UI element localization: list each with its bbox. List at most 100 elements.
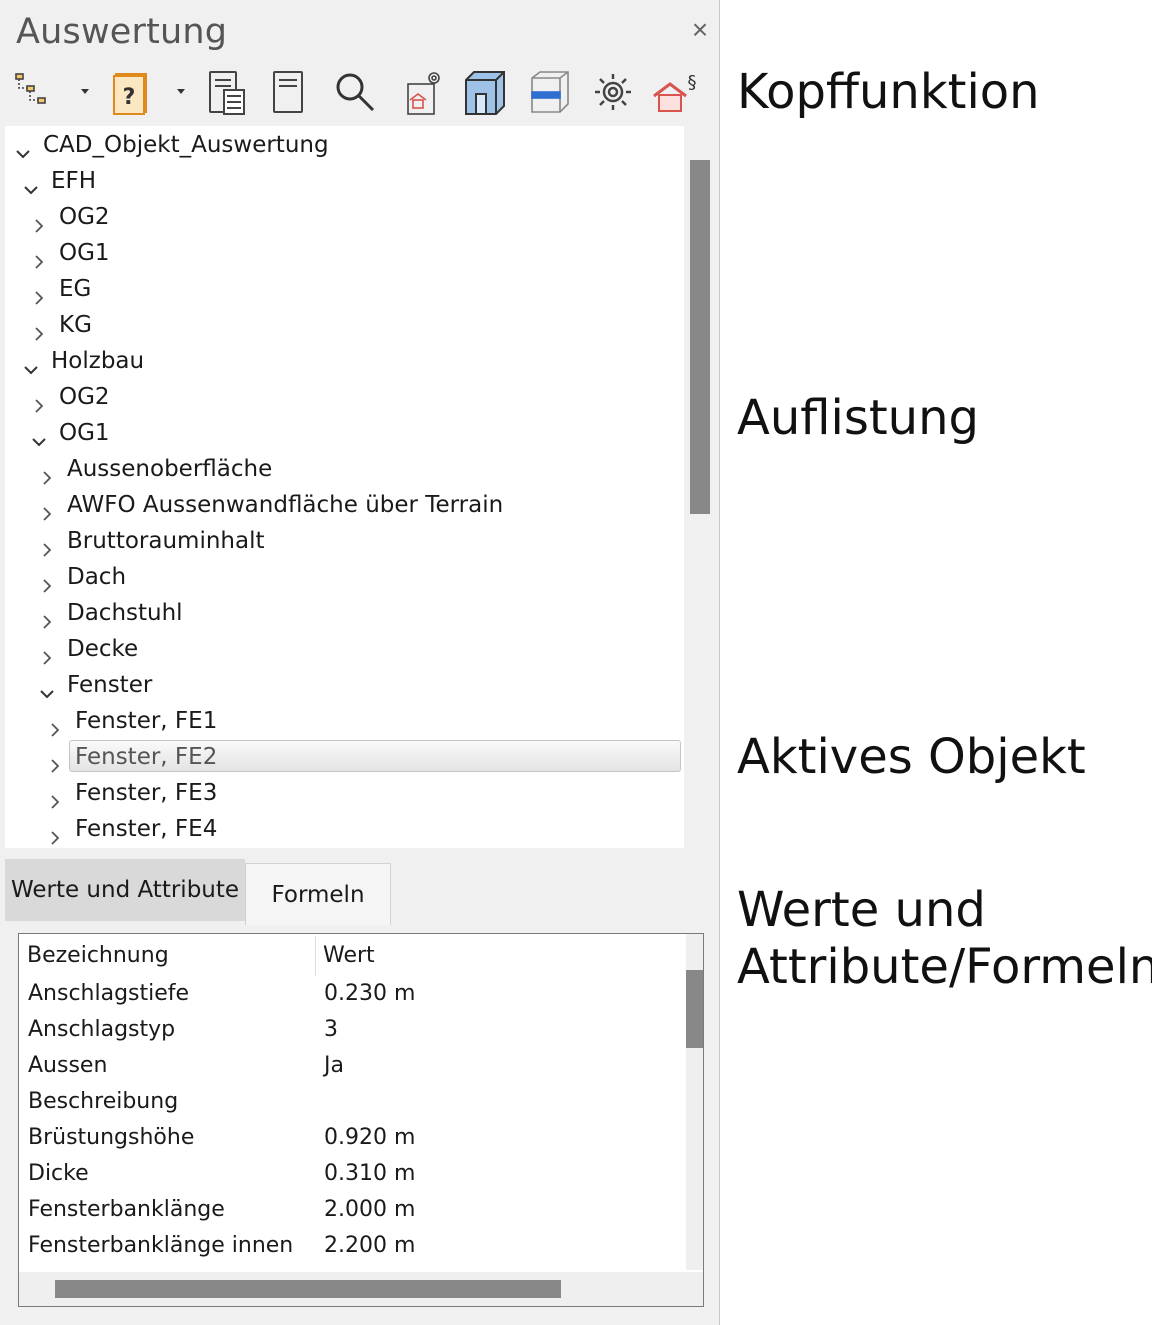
search-icon[interactable] (330, 66, 380, 118)
document-icon[interactable] (264, 66, 314, 118)
tree-scrollbar[interactable] (690, 160, 710, 514)
table-row[interactable]: Aussen Ja (19, 1048, 669, 1084)
tree-item[interactable]: Fenster, FE1 (5, 703, 684, 739)
tree-item[interactable]: Fenster (5, 667, 684, 703)
tree-item-label: OG1 (59, 240, 110, 266)
tree-item-label: Dach (67, 564, 127, 590)
chevron-right-icon[interactable] (31, 245, 47, 269)
cell-wert[interactable]: 0.920 m (324, 1120, 415, 1156)
table-vertical-scrollbar[interactable] (686, 934, 703, 1270)
tree-item[interactable]: OG1 (5, 415, 684, 451)
cell-wert[interactable]: 2.200 m (324, 1228, 415, 1264)
chevron-right-icon[interactable] (47, 821, 63, 845)
tree-item-label: Holzbau (51, 348, 145, 374)
chevron-right-icon[interactable] (39, 497, 55, 521)
table-row[interactable]: Fensterbanklänge innen 2.200 m (19, 1228, 669, 1264)
column-header-bezeichnung[interactable]: Bezeichnung (27, 934, 169, 978)
cell-wert[interactable]: 0.310 m (324, 1156, 415, 1192)
chevron-down-icon[interactable] (23, 173, 39, 195)
tree-item-label: Fenster, FE1 (75, 708, 218, 734)
tree-item[interactable]: Fenster, FE2 (5, 739, 684, 775)
cell-bezeichnung: Beschreibung (28, 1089, 179, 1114)
tree-item[interactable]: OG2 (5, 199, 684, 235)
cell-wert[interactable]: Ja (324, 1048, 344, 1084)
chevron-right-icon[interactable] (39, 641, 55, 665)
annotation-aktives-objekt: Aktives Objekt (737, 729, 1086, 785)
tree-item-label: Decke (67, 636, 139, 662)
chevron-right-icon[interactable] (39, 461, 55, 485)
layer-box-icon[interactable] (524, 66, 574, 118)
column-separator[interactable] (315, 936, 316, 976)
house-paragraph-icon[interactable]: § (650, 66, 700, 118)
cell-bezeichnung: Dicke (28, 1161, 89, 1186)
annotation-werte-line1: Werte und (737, 882, 986, 938)
attribute-table: Bezeichnung Wert Anschlagstiefe 0.230 m An… (18, 933, 704, 1307)
column-header-wert[interactable]: Wert (323, 934, 375, 978)
tree-item[interactable]: Dachstuhl (5, 595, 684, 631)
tree-item-label: Fenster (67, 672, 153, 698)
cell-wert[interactable]: 3 (324, 1012, 338, 1048)
dropdown-arrow-icon[interactable] (78, 84, 92, 98)
chevron-right-icon[interactable] (39, 533, 55, 557)
table-row[interactable]: Dicke 0.310 m (19, 1156, 669, 1192)
object-tree: CAD_Objekt_Auswertung EFH OG2 OG1 EG KG Holzba… (5, 126, 684, 848)
svg-text:?: ? (123, 85, 136, 110)
svg-text:§: § (688, 72, 697, 93)
tree-item[interactable]: AWFO Aussenwandfläche über Terrain (5, 487, 684, 523)
cell-bezeichnung: Brüstungshöhe (28, 1125, 195, 1150)
tree-item[interactable]: KG (5, 307, 684, 343)
cell-wert[interactable]: 2.000 m (324, 1192, 415, 1228)
house-settings-icon[interactable] (396, 66, 446, 118)
tree-item[interactable]: EFH (5, 163, 684, 199)
tree-item[interactable]: Decke (5, 631, 684, 667)
tree-item-label: EG (59, 276, 92, 302)
tree-item[interactable]: EG (5, 271, 684, 307)
chevron-down-icon[interactable] (15, 137, 31, 159)
table-row[interactable]: Anschlagstiefe 0.230 m (19, 976, 669, 1012)
tree-item-label: Bruttorauminhalt (67, 528, 265, 554)
table-row[interactable]: Brüstungshöhe 0.920 m (19, 1120, 669, 1156)
table-row[interactable]: Fensterbanklänge 2.000 m (19, 1192, 669, 1228)
table-row[interactable]: Beschreibung (19, 1084, 669, 1120)
toolbar: ? § (8, 62, 712, 122)
chevron-down-icon[interactable] (23, 353, 39, 375)
tree-item[interactable]: Bruttorauminhalt (5, 523, 684, 559)
report-list-icon[interactable] (202, 66, 252, 118)
tree-item[interactable]: CAD_Objekt_Auswertung (5, 127, 684, 163)
chevron-right-icon[interactable] (47, 749, 63, 773)
tree-item[interactable]: Dach (5, 559, 684, 595)
annotation-werte-line2: Attribute/Formeln (737, 939, 1152, 995)
panel-title: Auswertung (16, 12, 228, 52)
tree-item[interactable]: Holzbau (5, 343, 684, 379)
chevron-right-icon[interactable] (31, 281, 47, 305)
tab-werte-und-attribute[interactable]: Werte und Attribute (5, 859, 245, 921)
scrollbar-thumb[interactable] (686, 970, 703, 1048)
chevron-right-icon[interactable] (31, 389, 47, 413)
chevron-right-icon[interactable] (39, 605, 55, 629)
tree-item[interactable]: Aussenoberfläche (5, 451, 684, 487)
dropdown-arrow-icon[interactable] (174, 84, 188, 98)
close-icon[interactable]: × (688, 16, 712, 44)
help-book-icon[interactable]: ? (106, 66, 156, 118)
room-3d-icon[interactable] (460, 66, 510, 118)
chevron-right-icon[interactable] (31, 317, 47, 341)
scrollbar-thumb[interactable] (55, 1280, 561, 1298)
tree-item[interactable]: Fenster, FE3 (5, 775, 684, 811)
cell-wert[interactable]: 0.230 m (324, 976, 415, 1012)
tab-formeln[interactable]: Formeln (245, 863, 391, 925)
gear-icon[interactable] (588, 66, 638, 118)
chevron-right-icon[interactable] (47, 785, 63, 809)
table-horizontal-scrollbar[interactable] (19, 1272, 703, 1306)
chevron-right-icon[interactable] (31, 209, 47, 233)
tree-item[interactable]: Fenster, FE4 (5, 811, 684, 847)
chevron-right-icon[interactable] (47, 713, 63, 737)
tree-item[interactable]: OG1 (5, 235, 684, 271)
tree-item-label: OG2 (59, 384, 110, 410)
chevron-right-icon[interactable] (39, 569, 55, 593)
table-row[interactable]: Anschlagstyp 3 (19, 1012, 669, 1048)
tree-structure-icon[interactable] (10, 66, 60, 118)
chevron-down-icon[interactable] (39, 677, 55, 699)
chevron-down-icon[interactable] (31, 425, 47, 447)
tree-item-label: Fenster, FE4 (75, 816, 218, 842)
tree-item[interactable]: OG2 (5, 379, 684, 415)
